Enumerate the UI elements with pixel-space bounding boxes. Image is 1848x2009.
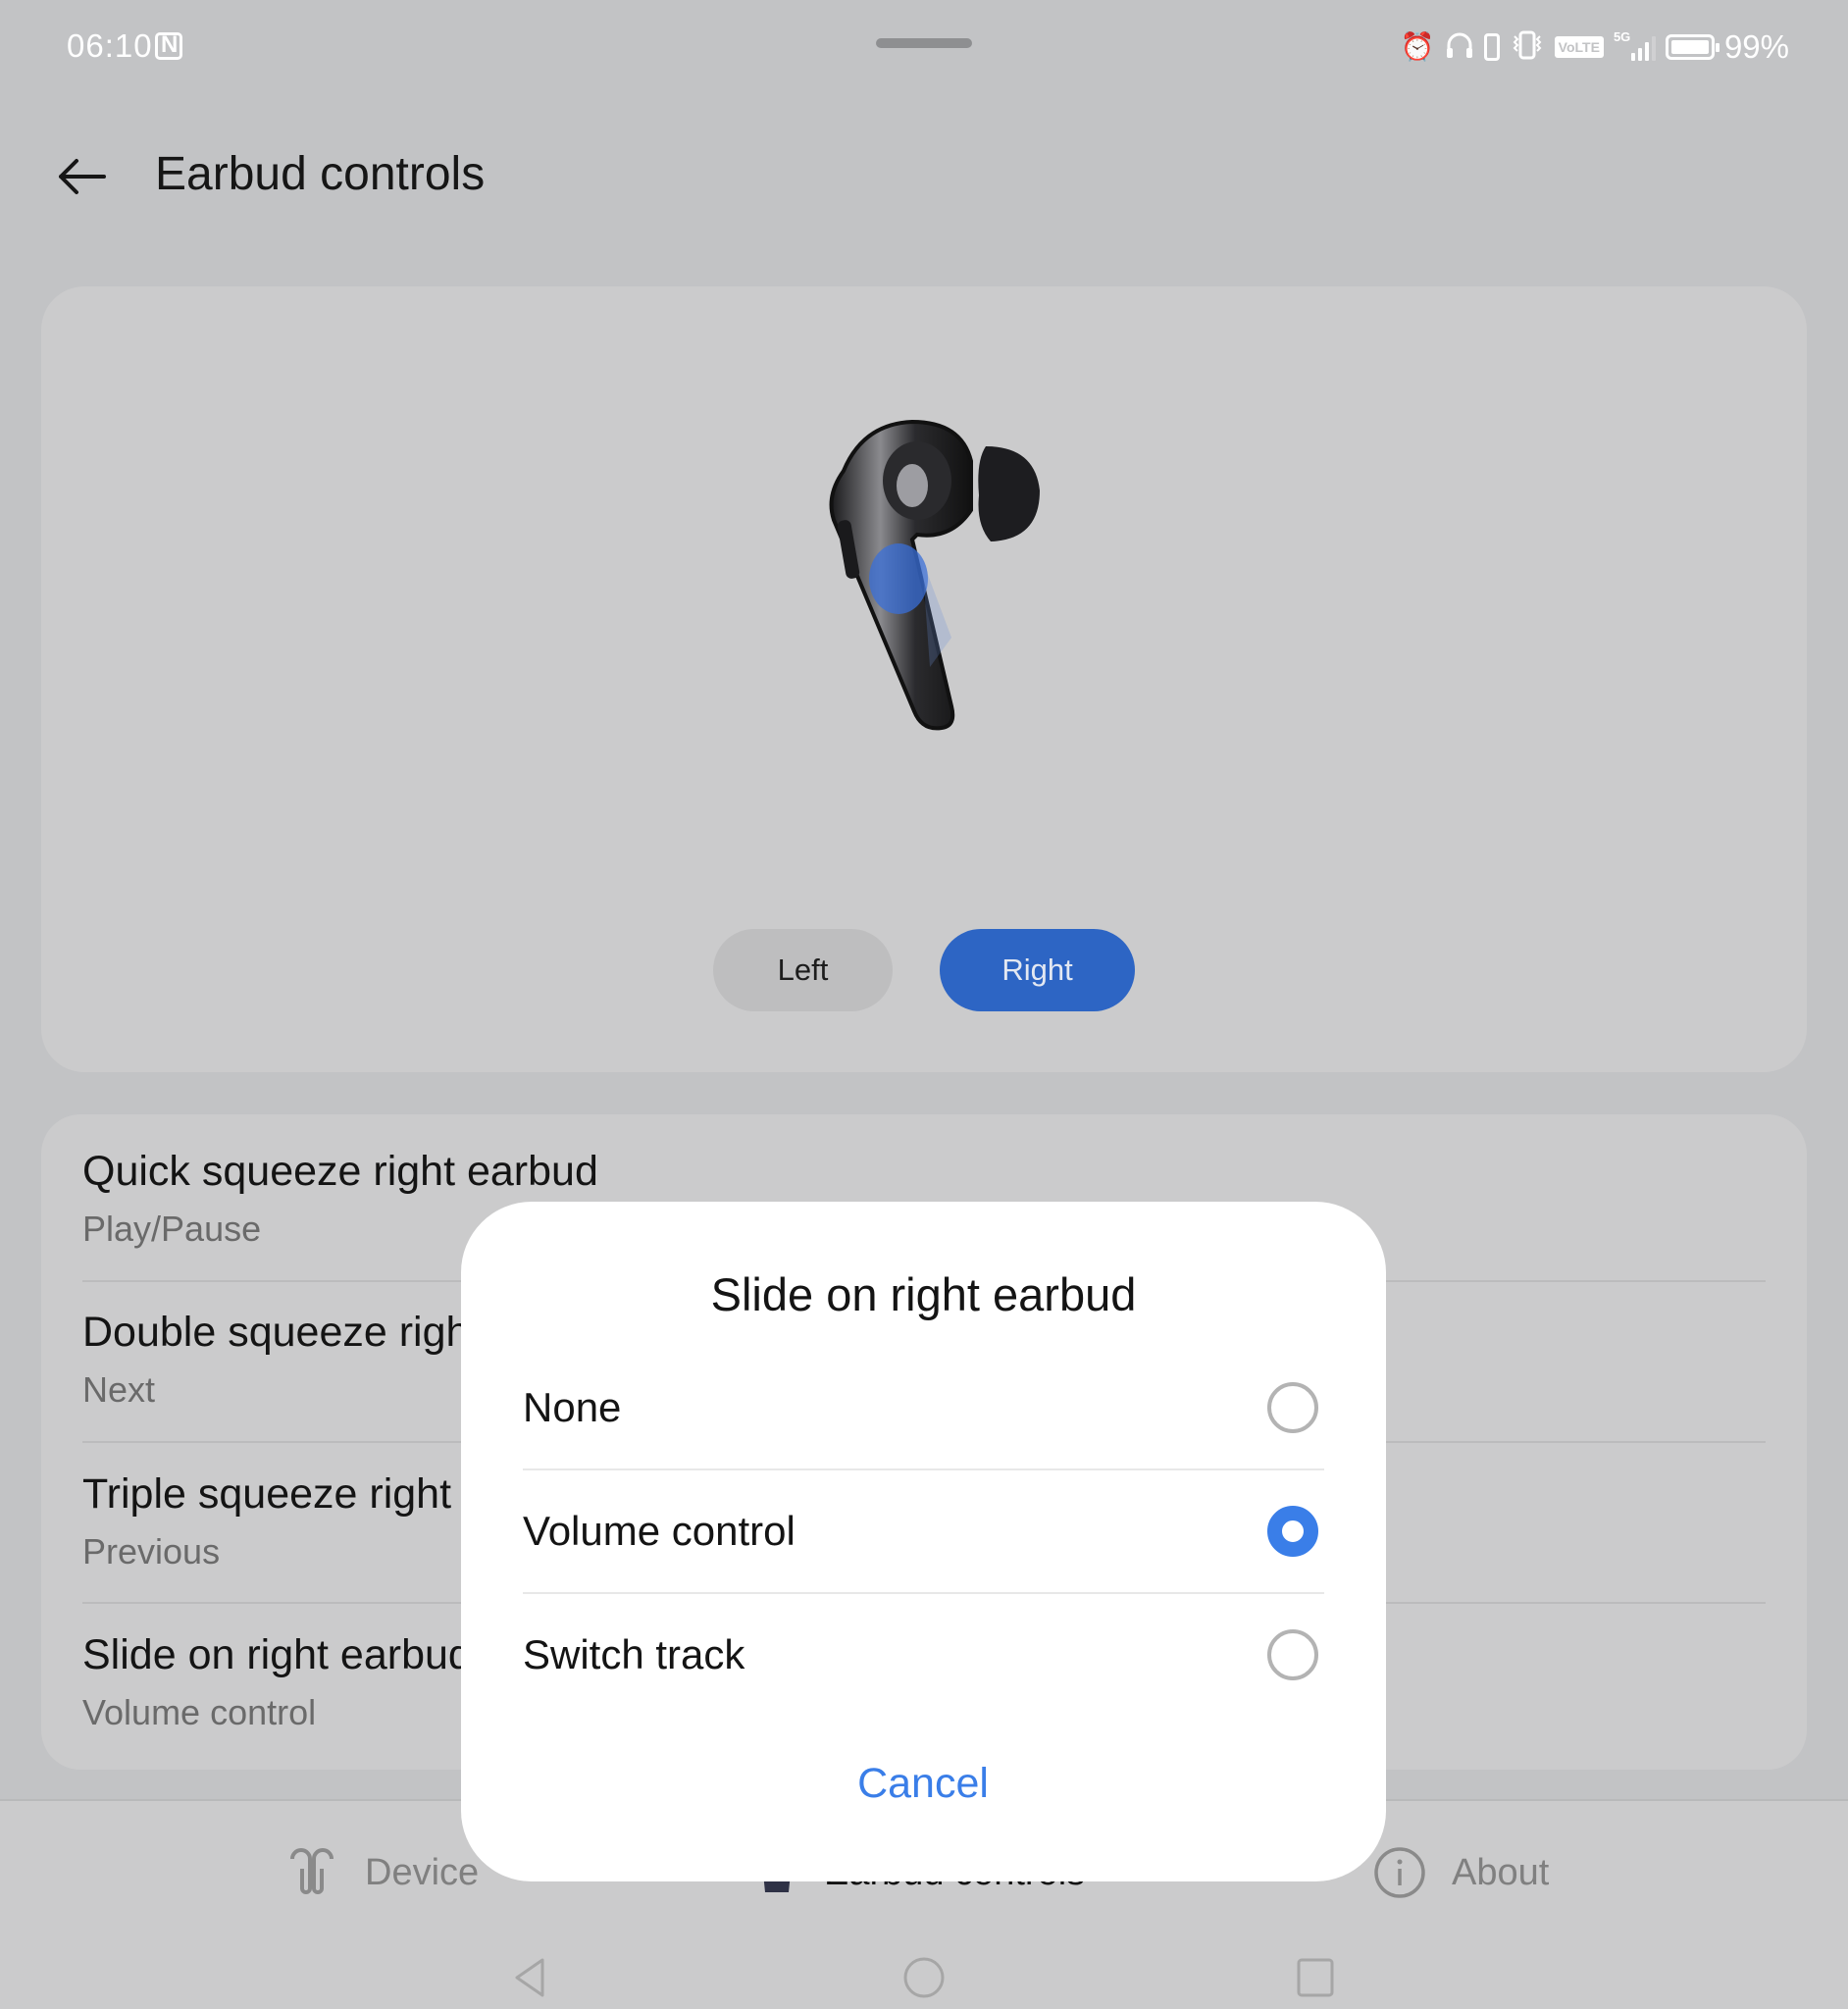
option-none[interactable]: None — [523, 1346, 1324, 1469]
dialog-title: Slide on right earbud — [710, 1268, 1137, 1320]
option-label: Volume control — [523, 1508, 796, 1554]
slide-action-dialog: Slide on right earbud None Volume contro… — [461, 1202, 1386, 1881]
radio-unchecked[interactable] — [1267, 1382, 1318, 1433]
radio-unchecked[interactable] — [1267, 1629, 1318, 1680]
option-label: Switch track — [523, 1631, 745, 1677]
radio-checked[interactable] — [1267, 1506, 1318, 1557]
option-volume-control[interactable]: Volume control — [523, 1469, 1324, 1593]
option-switch-track[interactable]: Switch track — [523, 1593, 1324, 1717]
option-label: None — [523, 1384, 622, 1430]
cancel-button[interactable]: Cancel — [776, 1746, 1070, 1821]
